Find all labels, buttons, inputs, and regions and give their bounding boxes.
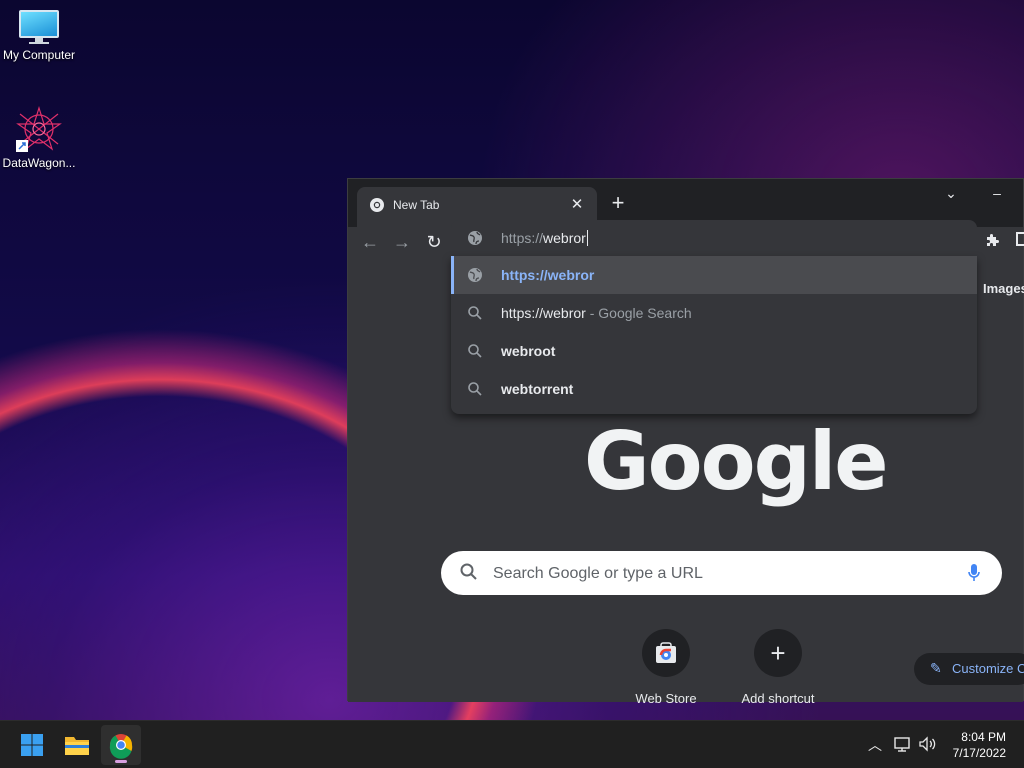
google-logo: Google: [584, 415, 889, 508]
shortcut-add[interactable]: + Add shortcut: [730, 629, 826, 706]
folder-icon: [65, 737, 89, 755]
search-icon: [459, 562, 479, 582]
images-link[interactable]: Images: [983, 281, 1024, 296]
clock-date: 7/17/2022: [952, 746, 1006, 760]
suggestion-item[interactable]: https://webror - Google Search: [451, 294, 977, 332]
desktop-icon-label: My Computer: [2, 48, 76, 62]
suggestion-text: https://webror - Google Search: [501, 305, 692, 321]
search-icon: [467, 305, 483, 321]
customize-button[interactable]: ✎ Customize C: [914, 653, 1024, 685]
chrome-icon: [109, 734, 133, 759]
monitor-icon: [17, 10, 61, 44]
plus-icon: +: [754, 629, 802, 677]
shortcut-label: Add shortcut: [741, 691, 815, 706]
suggestion-text: https://webror: [501, 267, 595, 283]
desktop-icon-my-computer[interactable]: My Computer: [0, 10, 81, 62]
web-store-icon: [642, 629, 690, 677]
chrome-icon: [369, 197, 385, 213]
microphone-icon[interactable]: [968, 563, 980, 583]
suggestion-item[interactable]: webroot: [451, 332, 977, 370]
globe-icon: [467, 267, 483, 283]
minimize-button[interactable]: –: [982, 185, 1012, 201]
start-button[interactable]: [12, 725, 52, 765]
volume-icon[interactable]: [918, 736, 938, 755]
search-input[interactable]: Search Google or type a URL: [493, 565, 703, 583]
close-tab-icon[interactable]: ✕: [567, 195, 587, 215]
suggestion-item[interactable]: webtorrent: [451, 370, 977, 408]
desktop-icon-label: DataWagon...: [2, 156, 76, 170]
side-panel-icon[interactable]: [1016, 232, 1024, 246]
search-icon: [467, 381, 483, 397]
globe-icon: [467, 230, 483, 246]
pencil-icon: ✎: [930, 660, 942, 676]
shortcut-label: Web Store: [635, 691, 697, 706]
network-icon[interactable]: [894, 736, 912, 755]
windows-logo-icon: [21, 734, 43, 756]
desktop-icon-datawagon[interactable]: DataWagon...: [0, 105, 81, 170]
back-button[interactable]: ←: [358, 230, 382, 254]
shortcut-web-store[interactable]: Web Store: [618, 629, 714, 706]
active-indicator: [115, 760, 127, 763]
suggestion-item[interactable]: https://webror: [451, 256, 977, 294]
tab-title: New Tab: [393, 198, 440, 212]
address-bar[interactable]: https://webror: [451, 220, 977, 256]
chrome-taskbar-button[interactable]: [101, 725, 141, 765]
customize-label: Customize C: [952, 661, 1024, 676]
ntp-search-box[interactable]: Search Google or type a URL: [441, 551, 1002, 595]
extensions-puzzle-icon[interactable]: [985, 232, 1001, 252]
forward-button[interactable]: →: [390, 230, 414, 254]
address-input[interactable]: https://webror: [501, 230, 588, 246]
file-explorer-button[interactable]: [57, 725, 97, 765]
tab-search-icon[interactable]: ⌄: [936, 185, 966, 202]
omnibox-suggestions: https://webror https://webror - Google S…: [451, 256, 977, 414]
clock[interactable]: 8:04 PM 7/17/2022: [953, 729, 1006, 761]
datawagon-logo-icon: [16, 105, 62, 152]
new-tab-button[interactable]: +: [606, 191, 630, 215]
chevron-up-icon[interactable]: ︿: [868, 735, 882, 755]
suggestion-text: webtorrent: [501, 381, 574, 397]
reload-button[interactable]: ↻: [422, 230, 446, 254]
suggestion-text: webroot: [501, 343, 556, 359]
clock-time: 8:04 PM: [961, 730, 1006, 744]
search-icon: [467, 343, 483, 359]
taskbar: ︿ 8:04 PM 7/17/2022: [0, 720, 1024, 768]
